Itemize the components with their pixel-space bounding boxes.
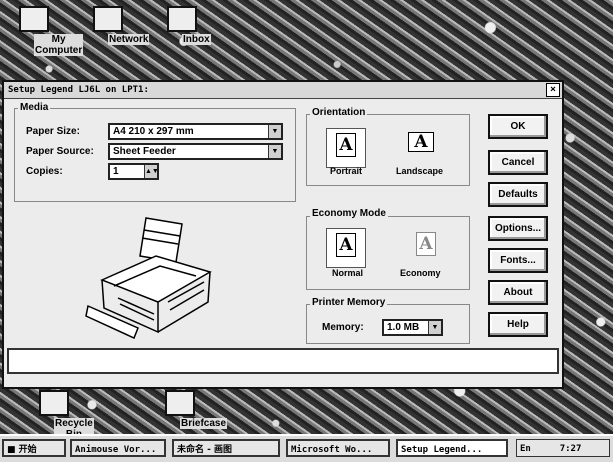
paper-size-select[interactable]: A4 210 x 297 mm ▼ bbox=[108, 123, 283, 140]
network-icon-glyph bbox=[93, 6, 123, 32]
status-bar bbox=[7, 348, 559, 374]
economy-label: Economy bbox=[400, 268, 441, 278]
desktop-icon-label: Network bbox=[108, 34, 150, 45]
desktop-icon-label: My Computer bbox=[34, 34, 84, 56]
spin-arrows-icon[interactable]: ▲▼ bbox=[144, 165, 159, 178]
normal-option[interactable]: A bbox=[326, 228, 366, 268]
language-indicator[interactable]: En bbox=[520, 444, 531, 454]
taskbar-item-label: Setup Legend... bbox=[401, 445, 483, 455]
portrait-option[interactable]: A bbox=[326, 128, 366, 168]
inbox-icon-glyph bbox=[167, 6, 197, 32]
landscape-label: Landscape bbox=[396, 166, 444, 176]
windows-logo-icon: ■ bbox=[7, 445, 16, 455]
briefcase-icon-glyph bbox=[165, 390, 195, 416]
copies-value: 1 bbox=[113, 166, 119, 177]
taskbar-item-animouse[interactable]: Animouse Vor... bbox=[70, 439, 166, 457]
portrait-page-icon: A bbox=[336, 133, 356, 157]
taskbar-item-paint[interactable]: 未命名 - 画图 bbox=[172, 439, 280, 457]
paper-size-label: Paper Size: bbox=[26, 126, 80, 137]
network-icon[interactable]: Network bbox=[78, 6, 150, 45]
inbox-icon[interactable]: Inbox bbox=[152, 6, 212, 45]
desktop-icon-label: Inbox bbox=[182, 34, 211, 45]
paper-source-value: Sheet Feeder bbox=[113, 146, 176, 157]
media-group-title: Media bbox=[18, 102, 51, 113]
normal-label: Normal bbox=[332, 268, 364, 278]
chevron-down-icon[interactable]: ▼ bbox=[268, 125, 281, 138]
economy-group-title: Economy Mode bbox=[310, 208, 388, 219]
memory-select[interactable]: 1.0 MB ▼ bbox=[382, 319, 443, 336]
system-tray: En 7:27 bbox=[516, 439, 610, 457]
taskbar-item-setup[interactable]: Setup Legend... bbox=[396, 439, 508, 457]
printer-memory-group-title: Printer Memory bbox=[310, 297, 388, 308]
recycle-bin-icon[interactable]: Recycle Bin bbox=[24, 390, 94, 440]
taskbar-item-label: 未命名 - 画图 bbox=[177, 445, 233, 455]
taskbar-item-word[interactable]: Microsoft Wo... bbox=[286, 439, 390, 457]
economy-page-icon[interactable]: A bbox=[416, 232, 436, 256]
cancel-button[interactable]: Cancel bbox=[488, 150, 548, 175]
defaults-button[interactable]: Defaults bbox=[488, 182, 548, 207]
ok-button[interactable]: OK bbox=[488, 114, 548, 139]
printer-illustration bbox=[85, 217, 212, 340]
close-button[interactable]: × bbox=[546, 83, 560, 97]
paper-source-label: Paper Source: bbox=[26, 146, 94, 157]
copies-spinner[interactable]: 1 ▲▼ bbox=[108, 163, 159, 180]
my-computer-icon[interactable]: My Computer bbox=[4, 6, 84, 56]
paper-size-value: A4 210 x 297 mm bbox=[113, 126, 194, 137]
taskbar-item-label: Microsoft Wo... bbox=[291, 445, 373, 455]
taskbar-item-label: Animouse Vor... bbox=[75, 445, 157, 455]
dialog-titlebar[interactable]: Setup Legend LJ6L on LPT1: × bbox=[4, 82, 562, 99]
briefcase-icon[interactable]: Briefcase bbox=[150, 390, 228, 429]
desktop-icon-label: Briefcase bbox=[180, 418, 228, 429]
memory-value: 1.0 MB bbox=[387, 322, 420, 333]
recycle-bin-icon-glyph bbox=[39, 390, 69, 416]
help-button[interactable]: Help bbox=[488, 312, 548, 337]
setup-dialog: Setup Legend LJ6L on LPT1: × Media Paper… bbox=[2, 80, 564, 389]
taskbar: ■ 开始 Animouse Vor... 未命名 - 画图 Microsoft … bbox=[0, 434, 613, 462]
start-label: 开始 bbox=[18, 445, 37, 455]
paper-source-select[interactable]: Sheet Feeder ▼ bbox=[108, 143, 283, 160]
landscape-page-icon[interactable]: A bbox=[408, 132, 434, 152]
memory-label: Memory: bbox=[322, 322, 364, 333]
fonts-button[interactable]: Fonts... bbox=[488, 248, 548, 273]
normal-page-icon: A bbox=[336, 233, 356, 257]
portrait-label: Portrait bbox=[330, 166, 363, 176]
about-button[interactable]: About bbox=[488, 280, 548, 305]
copies-label: Copies: bbox=[26, 166, 63, 177]
dialog-title: Setup Legend LJ6L on LPT1: bbox=[8, 85, 149, 95]
computer-icon bbox=[19, 6, 49, 32]
options-button[interactable]: Options... bbox=[488, 216, 548, 241]
chevron-down-icon[interactable]: ▼ bbox=[428, 321, 441, 334]
orientation-group-title: Orientation bbox=[310, 107, 368, 118]
chevron-down-icon[interactable]: ▼ bbox=[268, 145, 281, 158]
clock[interactable]: 7:27 bbox=[560, 444, 582, 454]
start-button[interactable]: ■ 开始 bbox=[2, 439, 66, 457]
